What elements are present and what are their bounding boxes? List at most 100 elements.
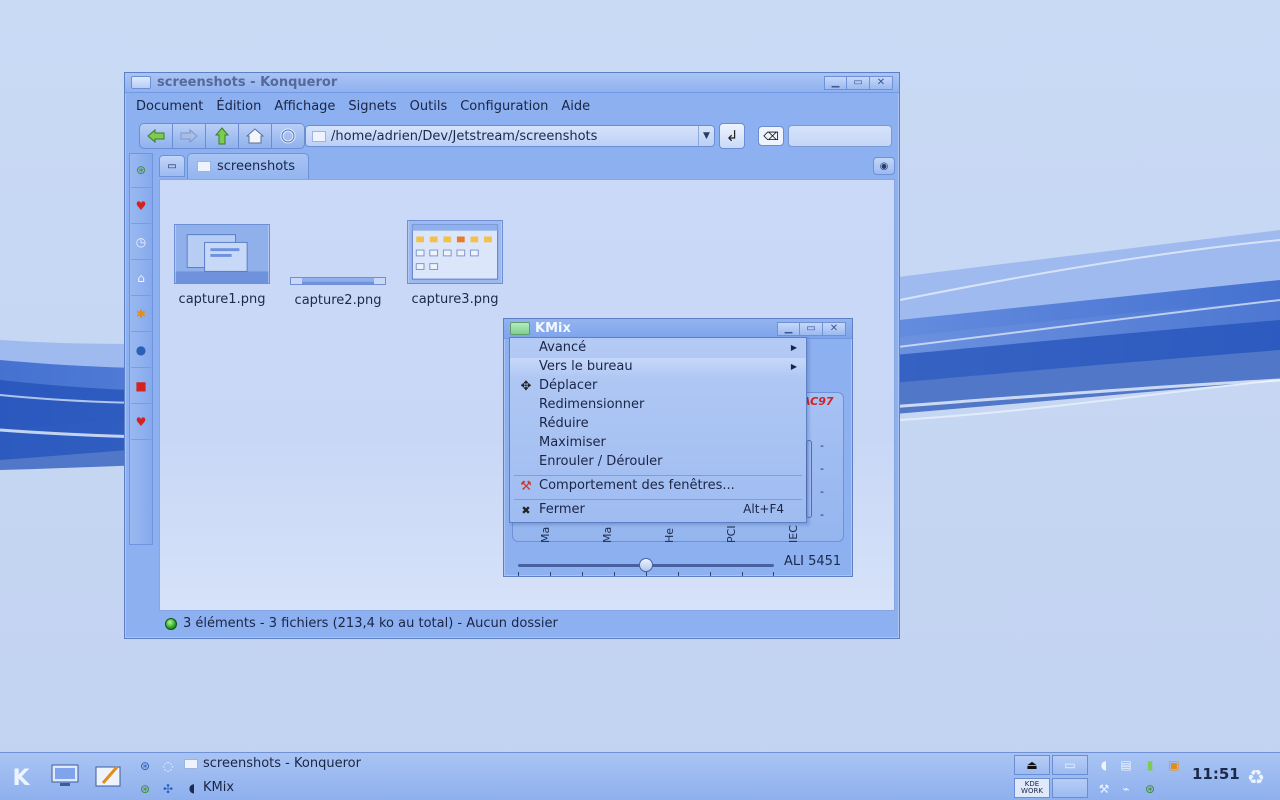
minimize-button[interactable]: ▁ [824,76,847,90]
menu-outils[interactable]: Outils [410,97,454,119]
menu-item-avance[interactable]: Avancé ▶ [510,339,806,358]
nodes-icon[interactable]: ✣ [160,781,176,797]
clear-location-icon[interactable]: ⌫ [758,126,784,146]
master-volume-slider[interactable] [518,558,774,576]
menu-aide[interactable]: Aide [561,97,596,119]
up-arrow-icon[interactable] [206,123,239,149]
file-item[interactable]: capture3.png [395,220,515,307]
menu-item-enrouler[interactable]: Enrouler / Dérouler [510,453,806,472]
location-input[interactable] [331,128,691,145]
channel-label: IEC [787,525,800,543]
maximize-button[interactable]: ▭ [847,76,870,90]
menu-item-maximiser[interactable]: Maximiser [510,434,806,453]
channel-label: Ma [539,526,552,543]
clock[interactable]: 11:51 [1192,765,1240,783]
level-tick: - [820,439,824,452]
chevron-right-icon: ▶ [790,343,797,352]
menu-item-redimensionner[interactable]: Redimensionner [510,396,806,415]
tab-label: screenshots [217,159,296,174]
back-arrow-icon[interactable] [139,123,173,149]
file-name: capture1.png [178,292,266,307]
close-button[interactable]: ✕ [870,76,893,90]
tab-bar: ▭ screenshots ◉ [159,153,895,179]
menu-affichage[interactable]: Affichage [274,97,341,119]
menu-document[interactable]: Document [136,97,209,119]
move-icon: ✥ [520,378,532,394]
home-icon[interactable] [239,123,272,149]
konqueror-icon[interactable]: ⊛ [137,758,153,774]
clipboard-icon[interactable]: ▤ [1118,757,1134,773]
history-clock-icon[interactable]: ◷ [133,234,149,250]
menu-configuration[interactable]: Configuration [460,97,554,119]
go-enter-icon[interactable]: ↲ [719,123,745,149]
forward-arrow-icon[interactable] [173,123,206,149]
kde-menu-icon[interactable]: K [4,761,38,795]
chevron-down-icon[interactable]: ▼ [698,126,714,146]
slider-handle[interactable] [639,558,653,572]
kmix-titlebar[interactable]: KMix ▁ ▭ ✕ [504,319,852,339]
plug-icon[interactable]: ⌁ [1118,781,1134,797]
tab-screenshots[interactable]: screenshots [187,153,309,179]
file-name: capture2.png [294,293,382,308]
channel-label: Ma [601,526,614,543]
network-globe-icon[interactable]: ● [133,342,149,358]
level-tick: - [820,508,824,521]
reload-icon[interactable] [272,123,305,149]
update-icon[interactable]: ⊛ [1142,781,1158,797]
applications-icon[interactable]: ⊛ [133,162,149,178]
root-folder-icon[interactable]: ■ [133,378,149,394]
location-toolbar: ▼ ↲ ⌫ [139,123,895,151]
status-text: 3 éléments - 3 fichiers (213,4 ko au tot… [183,616,558,631]
menu-item-fermer[interactable]: ✖ Fermer Alt+F4 [510,501,806,520]
file-item[interactable]: capture2.png [278,274,398,308]
menu-item-deplacer[interactable]: ✥ Déplacer [510,377,806,396]
task-kmix[interactable]: ◖ KMix [182,777,1002,799]
services-icon[interactable]: ✱ [133,306,149,322]
menu-signets[interactable]: Signets [348,97,402,119]
pager-desktop-4[interactable] [1052,778,1088,798]
menu-edition[interactable]: Édition [216,97,267,119]
kde-work-badge[interactable]: KDE WORK [1014,778,1050,798]
task-konqueror[interactable]: screenshots - Konqueror [182,753,1002,775]
konqueror-titlebar[interactable]: screenshots - Konqueror ▁ ▭ ✕ [125,73,899,93]
window-title: screenshots - Konqueror [157,75,338,90]
text-editor-icon[interactable] [91,761,125,791]
notes-icon[interactable]: ▣ [1166,757,1182,773]
maximize-button[interactable]: ▭ [800,322,823,336]
channel-label: He [663,527,676,543]
close-icon: ✖ [521,503,531,517]
folder-icon [197,161,211,172]
channel-label: PCI [725,525,738,543]
kmix-window-icon[interactable] [510,322,530,335]
volume-tray-icon[interactable]: ◖ [1096,757,1112,773]
close-tab-icon[interactable]: ◉ [873,157,895,175]
tools-tray-icon[interactable]: ⚒ [1096,781,1112,797]
folder-icon [184,759,198,769]
status-bar: 3 éléments - 3 fichiers (213,4 ko au tot… [163,615,895,635]
refresh-icon[interactable]: ⊛ [137,781,153,797]
kmix-title: KMix [535,321,571,336]
window-icon[interactable] [131,76,151,89]
minimize-button[interactable]: ▁ [777,322,800,336]
menu-item-reduire[interactable]: Réduire [510,415,806,434]
search-input[interactable] [788,125,892,147]
close-button[interactable]: ✕ [823,322,846,336]
menu-item-comportement[interactable]: ⚒ Comportement des fenêtres... [510,477,806,496]
network-icon[interactable]: ◌ [160,758,176,774]
trash-icon[interactable]: ♻ [1242,762,1270,792]
thumbnail-capture2 [290,277,386,285]
thumbnail-capture3 [407,220,503,284]
desktop-computer-icon[interactable] [48,761,82,791]
favorites-heart-icon[interactable]: ♥ [133,414,149,430]
location-bar[interactable]: ▼ [305,125,715,147]
home-folder-icon[interactable]: ⌂ [133,270,149,286]
level-tick: - [820,462,824,475]
bookmarks-heart-icon[interactable]: ♥ [133,198,149,214]
mixer-scrollbar[interactable] [806,440,812,518]
file-item[interactable]: capture1.png [162,224,282,307]
window-preview-icon: ▭ [1064,758,1076,772]
battery-icon[interactable]: ▮ [1142,757,1158,773]
location-folder-icon [312,131,326,142]
menu-item-vers-le-bureau[interactable]: Vers le bureau ▶ [510,358,806,377]
new-tab-icon[interactable]: ▭ [159,155,185,177]
